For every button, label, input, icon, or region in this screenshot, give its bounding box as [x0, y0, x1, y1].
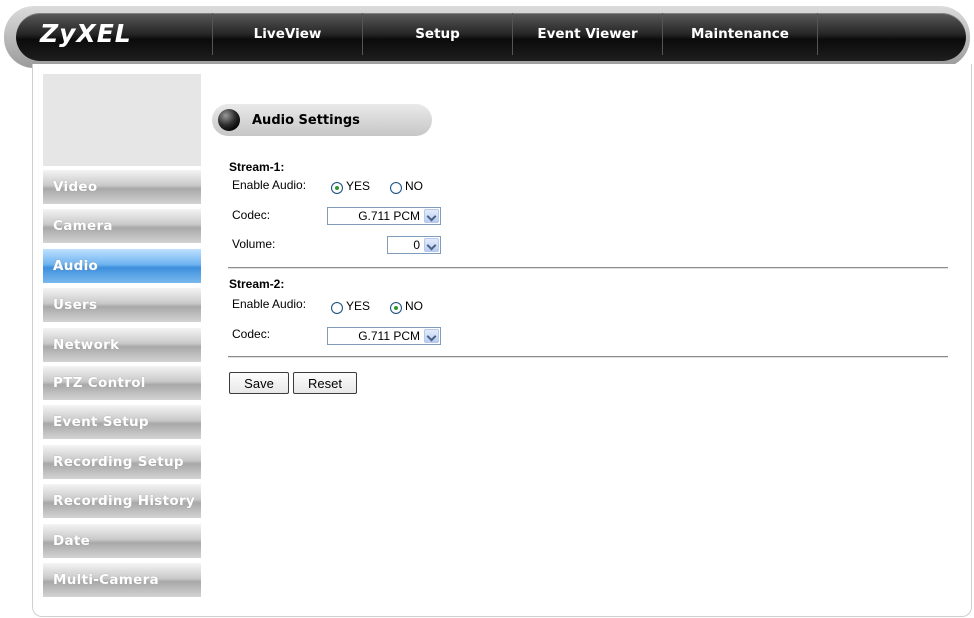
stream1-volume-select[interactable]: 0	[387, 236, 441, 254]
sidebar-item-event-setup[interactable]: Event Setup	[43, 405, 201, 439]
stream2-yes-label: YES	[346, 299, 371, 313]
stream2-enable-no-radio[interactable]	[390, 302, 402, 314]
zyxel-logo: ZyXEL	[40, 19, 132, 48]
stream2-enable-audio-label: Enable Audio:	[232, 297, 307, 311]
stream1-volume-label: Volume:	[232, 237, 276, 251]
save-button[interactable]: Save	[229, 372, 289, 394]
sidebar-item-recording-setup[interactable]: Recording Setup	[43, 445, 201, 479]
reset-button[interactable]: Reset	[293, 372, 357, 394]
tab-maintenance[interactable]: Maintenance	[662, 13, 817, 55]
stream1-yes-label: YES	[346, 179, 371, 193]
sidebar-item-multi-camera[interactable]: Multi-Camera	[43, 563, 201, 597]
sidebar-item-recording-history[interactable]: Recording History	[43, 484, 201, 518]
stream1-codec-value: G.711 PCM	[358, 209, 420, 223]
stream1-codec-label: Codec:	[232, 208, 271, 222]
stream1-enable-no-radio[interactable]	[390, 182, 402, 194]
sidebar-item-audio[interactable]: Audio	[43, 249, 201, 283]
sidebar-item-date[interactable]: Date	[43, 524, 201, 558]
stream2-codec-select[interactable]: G.711 PCM	[327, 327, 441, 345]
stream1-codec-select[interactable]: G.711 PCM	[327, 207, 441, 225]
stream2-codec-label: Codec:	[232, 327, 271, 341]
sidebar-item-ptz-control[interactable]: PTZ Control	[43, 366, 201, 400]
tab-setup[interactable]: Setup	[362, 13, 512, 55]
section-header: Audio Settings	[212, 104, 432, 136]
stream1-enable-yes-radio[interactable]	[331, 182, 343, 194]
sidebar-item-video[interactable]: Video	[43, 170, 201, 204]
stream1-heading: Stream-1:	[229, 160, 285, 174]
nav-divider	[817, 13, 818, 55]
stream1-volume-value: 0	[413, 238, 420, 252]
stream2-codec-value: G.711 PCM	[358, 329, 420, 343]
stream2-heading: Stream-2:	[229, 277, 285, 291]
chevron-down-icon	[424, 209, 439, 223]
section-title: Audio Settings	[252, 112, 360, 128]
stream2-no-label: NO	[405, 299, 423, 313]
divider	[228, 267, 948, 269]
chevron-down-icon	[424, 329, 439, 343]
sidebar-item-camera[interactable]: Camera	[43, 209, 201, 243]
sidebar-logo-area	[43, 74, 201, 166]
tab-event-viewer[interactable]: Event Viewer	[512, 13, 662, 55]
stream1-no-label: NO	[405, 179, 423, 193]
tab-liveview[interactable]: LiveView	[212, 13, 362, 55]
divider	[228, 356, 948, 358]
chevron-down-icon	[424, 238, 439, 252]
sidebar-item-users[interactable]: Users	[43, 288, 201, 322]
bullet-ball-icon	[218, 109, 240, 131]
stream1-enable-audio-label: Enable Audio:	[232, 178, 307, 192]
stream2-enable-yes-radio[interactable]	[331, 302, 343, 314]
sidebar-item-network[interactable]: Network	[43, 328, 201, 362]
